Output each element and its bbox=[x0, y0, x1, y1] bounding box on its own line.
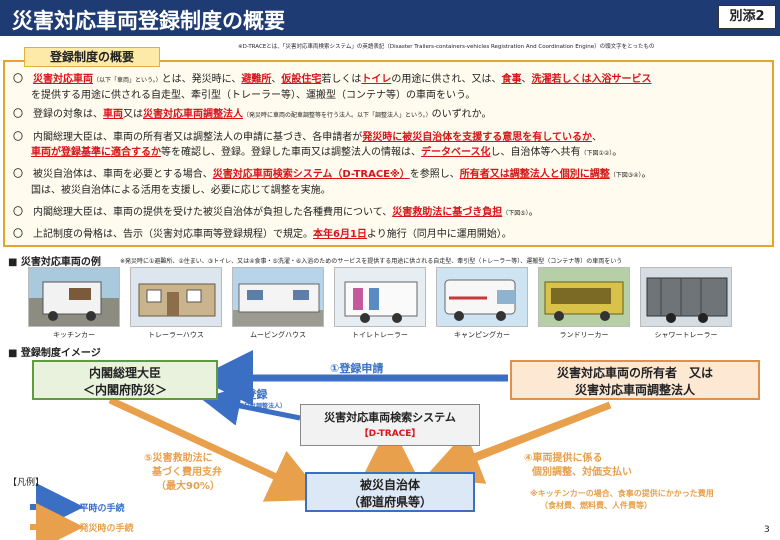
step4-note1: ※キッチンカーの場合、食事の提供にかかった費用 bbox=[530, 489, 714, 498]
system-node: 災害対応車両検索システム 【D-TRACE】 bbox=[300, 404, 480, 446]
step4-note2: （食材費、燃料費、人件費等） bbox=[540, 501, 652, 510]
step2-label: ②登録 bbox=[236, 388, 268, 401]
step4-line1: ④車両提供に係る bbox=[524, 453, 603, 464]
legend-title: 【凡例】 bbox=[8, 478, 45, 488]
legend: 【凡例】 bbox=[8, 475, 44, 488]
step5-line3: （最大90%） bbox=[156, 481, 220, 492]
step5-label: ⑤災害救助法に 基づく費用支弁 （最大90%） bbox=[144, 452, 222, 494]
minister-line2: ＜内閣府防災＞ bbox=[82, 383, 167, 397]
system-line2: 【D-TRACE】 bbox=[359, 429, 421, 439]
step5-line1: ⑤災害救助法に bbox=[144, 453, 213, 464]
page-number: 3 bbox=[764, 525, 770, 535]
step1-label: ①登録申請 bbox=[330, 362, 384, 375]
legend-disaster-label: ： 発災時の手続 bbox=[66, 524, 134, 534]
owner-line2: 災害対応車両調整法人 bbox=[574, 383, 695, 397]
legend-normal-label: ： 平時の手続 bbox=[66, 504, 125, 514]
minister-node: 内閣総理大臣 ＜内閣府防災＞ bbox=[32, 360, 218, 400]
owner-node: 災害対応車両の所有者 又は 災害対応車両調整法人 bbox=[510, 360, 760, 400]
step5-line2: 基づく費用支弁 bbox=[152, 467, 222, 478]
overview-heading: 登録制度の概要 bbox=[24, 47, 160, 67]
municipality-line2: （都道府県等） bbox=[347, 495, 432, 509]
municipality-node: 被災自治体 （都道府県等） bbox=[305, 472, 475, 512]
step4-line2: 個別調整、対価支払い bbox=[532, 467, 632, 478]
system-line1: 災害対応車両検索システム bbox=[324, 411, 456, 424]
step4-note: ※キッチンカーの場合、食事の提供にかかった費用 （食材費、燃料費、人件費等） bbox=[530, 488, 714, 512]
municipality-line1: 被災自治体 bbox=[359, 478, 420, 492]
step4-label: ④車両提供に係る 個別調整、対価支払い bbox=[524, 452, 632, 480]
minister-line1: 内閣総理大臣 bbox=[88, 366, 161, 380]
step2-sub-label: （車両又は調整法人） bbox=[226, 403, 287, 410]
owner-line1: 災害対応車両の所有者 又は bbox=[556, 366, 713, 380]
step3-label: ③照会 bbox=[372, 462, 401, 473]
